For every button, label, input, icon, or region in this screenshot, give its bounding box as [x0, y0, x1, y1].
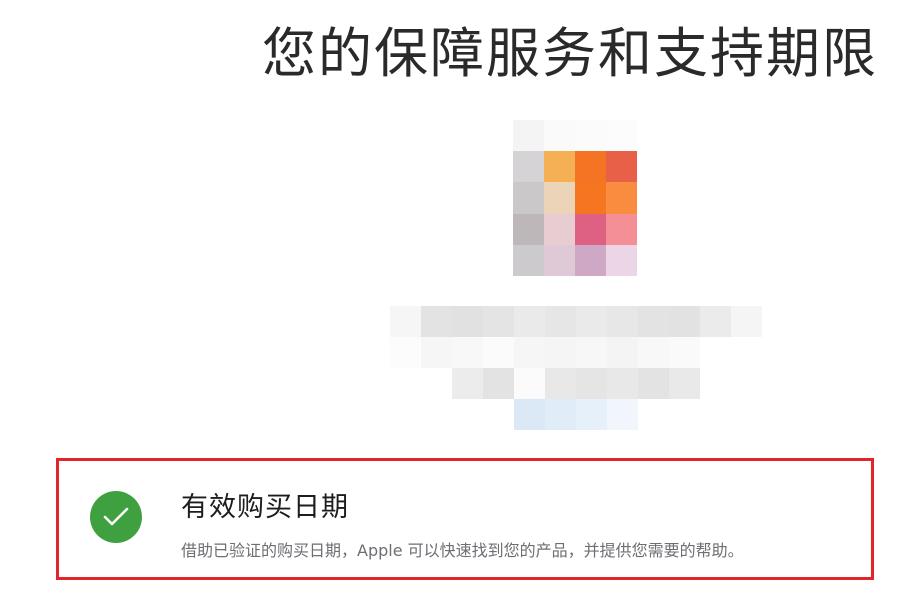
card-description: 借助已验证的购买日期，Apple 可以快速找到您的产品，并提供您需要的帮助。	[181, 541, 744, 560]
blur-tile	[638, 368, 669, 399]
image-tile	[575, 182, 606, 214]
blur-tile	[669, 306, 700, 337]
blur-tile	[576, 337, 607, 368]
valid-purchase-date-card: 有效购买日期 借助已验证的购买日期，Apple 可以快速找到您的产品，并提供您需…	[56, 458, 874, 580]
blur-tile	[576, 399, 607, 430]
blur-tile	[731, 306, 762, 337]
card-title: 有效购买日期	[181, 492, 349, 523]
blur-tile	[545, 368, 576, 399]
image-tile	[513, 244, 544, 276]
image-tile	[606, 244, 637, 276]
blurred-text-line	[514, 399, 638, 430]
blur-tile	[390, 337, 421, 368]
blur-tile	[421, 306, 452, 337]
blur-tile	[452, 306, 483, 337]
image-tile	[544, 244, 575, 276]
blur-tile	[390, 306, 421, 337]
blur-tile	[545, 306, 576, 337]
blurred-product-info	[390, 306, 762, 432]
blur-tile	[483, 368, 514, 399]
coverage-page: 您的保障服务和支持期限 有效购买日期 借助已验证的购买日期，Apple 可以快速…	[0, 0, 900, 600]
blurred-text-line	[390, 306, 762, 337]
page-title: 您的保障服务和支持期限	[262, 22, 878, 85]
image-tile	[606, 213, 637, 245]
blur-tile	[607, 399, 638, 430]
image-tile	[575, 151, 606, 183]
image-tile	[513, 120, 544, 152]
blurred-text-line	[390, 337, 700, 368]
blur-tile	[421, 337, 452, 368]
blur-tile	[638, 306, 669, 337]
image-tile	[544, 151, 575, 183]
image-tile	[513, 151, 544, 183]
blur-tile	[514, 368, 545, 399]
blur-tile	[483, 337, 514, 368]
blur-tile	[576, 306, 607, 337]
blur-tile	[514, 337, 545, 368]
image-tile	[606, 182, 637, 214]
image-tile	[575, 120, 606, 152]
blurred-text-line	[452, 368, 700, 399]
checkmark-circle-icon	[90, 491, 142, 543]
image-tile	[513, 213, 544, 245]
image-tile	[544, 182, 575, 214]
product-image	[513, 120, 637, 276]
image-tile	[513, 182, 544, 214]
image-tile	[544, 120, 575, 152]
image-tile	[606, 120, 637, 152]
image-tile	[606, 151, 637, 183]
blur-tile	[576, 368, 607, 399]
blur-tile	[700, 306, 731, 337]
blur-tile	[514, 399, 545, 430]
blur-tile	[607, 368, 638, 399]
image-tile	[575, 213, 606, 245]
blur-tile	[607, 337, 638, 368]
blur-tile	[514, 306, 545, 337]
blur-tile	[607, 306, 638, 337]
blur-tile	[483, 306, 514, 337]
blur-tile	[669, 337, 700, 368]
blur-tile	[545, 337, 576, 368]
blur-tile	[452, 337, 483, 368]
blur-tile	[452, 368, 483, 399]
blur-tile	[669, 368, 700, 399]
image-tile	[575, 244, 606, 276]
blur-tile	[545, 399, 576, 430]
image-tile	[544, 213, 575, 245]
blur-tile	[638, 337, 669, 368]
